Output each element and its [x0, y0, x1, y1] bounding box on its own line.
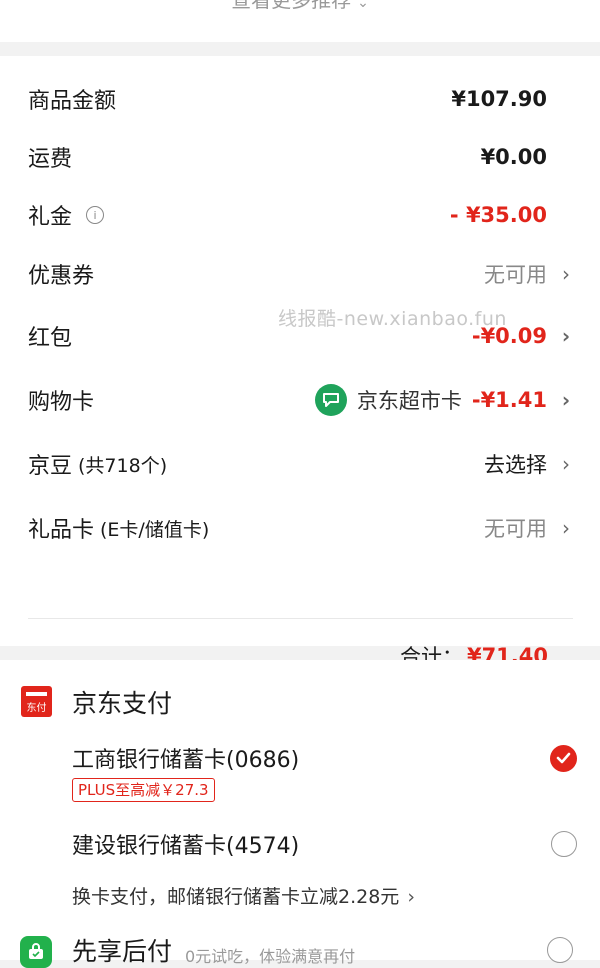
gift-card-value: 无可用 — [484, 517, 547, 541]
gift-money-value: - ¥35.00 — [449, 203, 547, 227]
more-recommendations-label: 查看更多推荐 — [231, 0, 352, 12]
payment-methods-card: 东付 京东支付 工商银行储蓄卡(0686) PLUS至高减￥27.3 建设银行储… — [0, 660, 600, 968]
bank-option-ccb[interactable]: 建设银行储蓄卡(4574) — [72, 828, 577, 860]
row-goods-amount: 商品金额 ¥107.90› — [28, 79, 573, 119]
more-recommendations-link[interactable]: 查看更多推荐 ⌄ — [0, 0, 600, 16]
jd-beans-count: (共718个) — [78, 454, 168, 477]
jd-pay-title: 京东支付 — [72, 689, 173, 718]
jd-pay-icon-text: 东付 — [26, 703, 47, 714]
price-details-card: 商品金额 ¥107.90› 运费 ¥0.00› 礼金 i - ¥35.00› 优… — [0, 56, 600, 669]
checkmark-selected-icon[interactable] — [550, 744, 577, 772]
shipping-label: 运费 — [28, 147, 73, 172]
goods-amount-label: 商品金额 — [28, 89, 117, 114]
jd-pay-icon: 东付 — [21, 686, 52, 717]
chevron-down-icon: ⌄ — [357, 0, 369, 11]
chevron-right-icon: › — [561, 388, 571, 412]
shopping-card-value: -¥1.41 — [471, 388, 547, 412]
shipping-value: ¥0.00 — [480, 145, 547, 169]
watermark: 线报酷-new.xianbao.fun — [278, 308, 507, 330]
chevron-right-icon: › — [407, 886, 415, 908]
row-gift-money: 礼金 i - ¥35.00› — [28, 195, 573, 235]
shopping-card-name: 京东超市卡 — [356, 389, 462, 413]
red-packet-label: 红包 — [28, 326, 73, 351]
pay-later-title: 先享后付 — [72, 937, 173, 966]
switch-card-link[interactable]: 换卡支付，邮储银行储蓄卡立减2.28元 › — [72, 882, 415, 909]
row-shipping: 运费 ¥0.00› — [28, 137, 573, 177]
radio-unselected-icon[interactable] — [551, 831, 577, 857]
chevron-right-icon: › — [562, 516, 570, 540]
row-jd-beans[interactable]: 京豆 (共718个) 去选择 › — [28, 444, 573, 484]
row-gift-card[interactable]: 礼品卡 (E卡/储值卡) 无可用 › — [28, 508, 573, 548]
chevron-right-icon: › — [562, 262, 570, 286]
plus-discount-badge: PLUS至高减￥27.3 — [72, 778, 215, 802]
shopping-bag-icon — [20, 936, 52, 968]
switch-card-text: 换卡支付，邮储银行储蓄卡立减2.28元 — [72, 886, 400, 908]
gift-card-sub: (E卡/储值卡) — [100, 518, 210, 541]
row-shopping-card[interactable]: 购物卡 京东超市卡 -¥1.41 › — [28, 380, 573, 420]
row-coupon[interactable]: 优惠券 无可用 › — [28, 254, 573, 294]
coupon-label: 优惠券 — [28, 264, 95, 289]
divider — [28, 618, 573, 619]
jd-card-icon — [314, 384, 347, 416]
gift-money-label: 礼金 — [28, 205, 73, 230]
coupon-value: 无可用 — [484, 263, 547, 287]
goods-amount-value: ¥107.90 — [451, 87, 547, 111]
bank-option-icbc[interactable]: 工商银行储蓄卡(0686) — [72, 742, 577, 774]
top-strip: 查看更多推荐 ⌄ — [0, 0, 600, 42]
bank-name: 工商银行储蓄卡(0686) — [72, 748, 300, 773]
shopping-card-label: 购物卡 — [28, 390, 95, 415]
pay-later-subtitle: 0元试吃，体验满意再付 — [185, 947, 356, 966]
chevron-right-icon: › — [562, 452, 570, 476]
jd-beans-label: 京豆 — [28, 454, 73, 479]
bank-name: 建设银行储蓄卡(4574) — [72, 834, 300, 859]
info-circle-icon[interactable]: i — [86, 206, 105, 224]
radio-unselected-icon[interactable] — [547, 937, 573, 963]
jd-beans-value: 去选择 — [484, 453, 547, 477]
chevron-right-icon: › — [561, 324, 571, 348]
gift-card-label: 礼品卡 — [28, 518, 95, 543]
